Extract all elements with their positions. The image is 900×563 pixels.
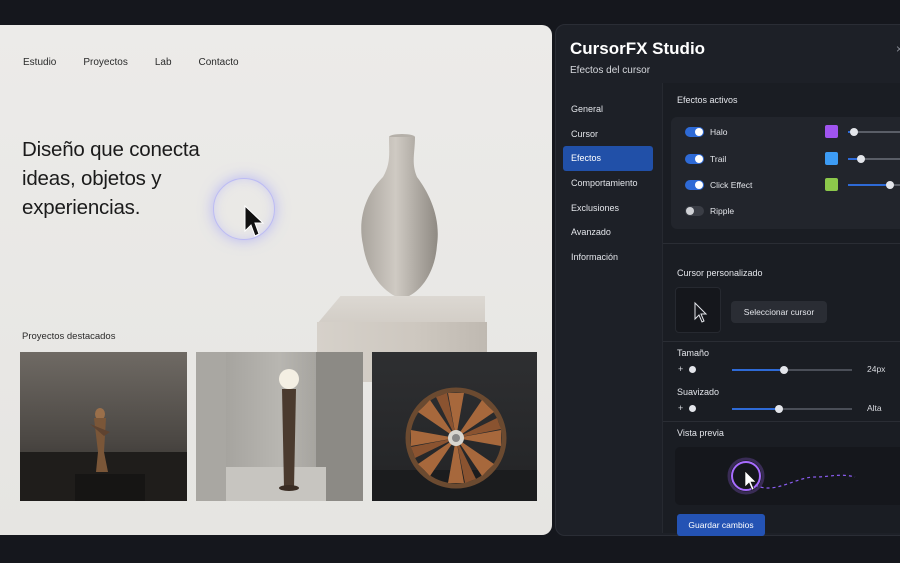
smoothing-min-dot [689, 405, 696, 412]
divider [663, 421, 900, 422]
effect-name: Halo [710, 127, 728, 137]
trail-slider[interactable] [848, 155, 900, 163]
menu-item-avanzado[interactable]: Avanzado [563, 220, 653, 245]
nav-lab[interactable]: Lab [155, 57, 172, 68]
custom-cursor-title: Cursor personalizado [677, 268, 763, 278]
size-slider-row: + 24px [675, 364, 900, 376]
pedestal-top [317, 296, 485, 324]
menu-item-efectos[interactable]: Efectos [563, 146, 653, 172]
smoothing-plus-icon[interactable]: + [678, 403, 683, 413]
cursor-preview-area [675, 447, 900, 505]
effects-content: Efectos activos Halo Trail Click Effect [662, 83, 900, 536]
project-tile-sculpture[interactable] [20, 352, 187, 501]
nav-contacto[interactable]: Contacto [199, 57, 239, 68]
menu-item-informacion[interactable]: Información [563, 245, 653, 270]
trail-color-swatch[interactable] [825, 152, 838, 165]
effect-name: Trail [710, 154, 727, 164]
wheel-image [372, 387, 537, 501]
sculpture-image [20, 408, 187, 501]
size-plus-icon[interactable]: + [678, 364, 683, 374]
effect-row-click: Click Effect [685, 178, 752, 192]
nav-estudio[interactable]: Estudio [23, 57, 56, 68]
effect-name: Ripple [710, 206, 735, 216]
effect-name: Click Effect [710, 180, 753, 190]
effects-title: Efectos activos [677, 95, 738, 105]
divider [663, 341, 900, 342]
panel-title: CursorFX Studio [570, 39, 706, 58]
website-preview: Estudio Proyectos Lab Contacto Diseño qu… [0, 25, 552, 535]
size-min-dot [689, 366, 696, 373]
trail-toggle[interactable] [685, 154, 704, 164]
menu-item-exclusiones[interactable]: Exclusiones [563, 196, 653, 221]
save-changes-button[interactable]: Guardar cambios [677, 514, 765, 536]
close-icon[interactable]: × [896, 42, 900, 56]
size-value: 24px [867, 364, 886, 374]
vase-image [361, 134, 438, 297]
effect-row-ripple: Ripple [685, 204, 734, 218]
preview-title: Vista previa [677, 428, 724, 438]
halo-slider[interactable] [848, 128, 900, 136]
effect-row-halo: Halo [685, 125, 727, 139]
hero-title: Diseño que conecta ideas, objetos y expe… [22, 138, 200, 219]
ripple-toggle[interactable] [685, 206, 704, 216]
settings-menu: General Cursor Efectos Comportamiento Ex… [563, 97, 653, 270]
size-slider[interactable] [732, 366, 852, 374]
select-cursor-button[interactable]: Seleccionar cursor [731, 301, 827, 323]
project-tile-wheel[interactable] [372, 352, 537, 501]
halo-toggle[interactable] [685, 127, 704, 137]
click-slider[interactable] [848, 181, 900, 189]
effect-row-trail: Trail [685, 152, 726, 166]
click-effect-toggle[interactable] [685, 180, 704, 190]
menu-item-general[interactable]: General [563, 97, 653, 122]
smoothing-slider[interactable] [732, 405, 852, 413]
lamp-image [196, 352, 363, 501]
site-nav: Estudio Proyectos Lab Contacto [23, 57, 239, 68]
menu-item-cursor[interactable]: Cursor [563, 122, 653, 147]
cursor-arrow-icon [244, 205, 265, 237]
project-tile-lamp[interactable] [196, 352, 363, 501]
smoothing-slider-row: + Alta [675, 403, 900, 415]
halo-color-swatch[interactable] [825, 125, 838, 138]
smoothing-label: Suavizado [677, 387, 720, 397]
size-label: Tamaño [677, 348, 710, 358]
click-color-swatch[interactable] [825, 178, 838, 191]
smoothing-value: Alta [867, 403, 882, 413]
menu-item-comportamiento[interactable]: Comportamiento [563, 171, 653, 196]
preview-cursor-trail [727, 457, 856, 495]
projects-label: Proyectos destacados [22, 331, 116, 342]
panel-subtitle: Efectos del cursor [570, 65, 651, 76]
ripple-slider[interactable] [848, 210, 900, 212]
nav-proyectos[interactable]: Proyectos [83, 57, 127, 68]
divider [663, 243, 900, 244]
cursor-preview-box[interactable] [675, 287, 721, 333]
cursorfx-panel: CursorFX Studio Efectos del cursor × Gen… [555, 24, 900, 536]
effects-card: Halo Trail Click Effect Ripple [671, 117, 900, 229]
cursor-arrow-icon [694, 301, 708, 323]
